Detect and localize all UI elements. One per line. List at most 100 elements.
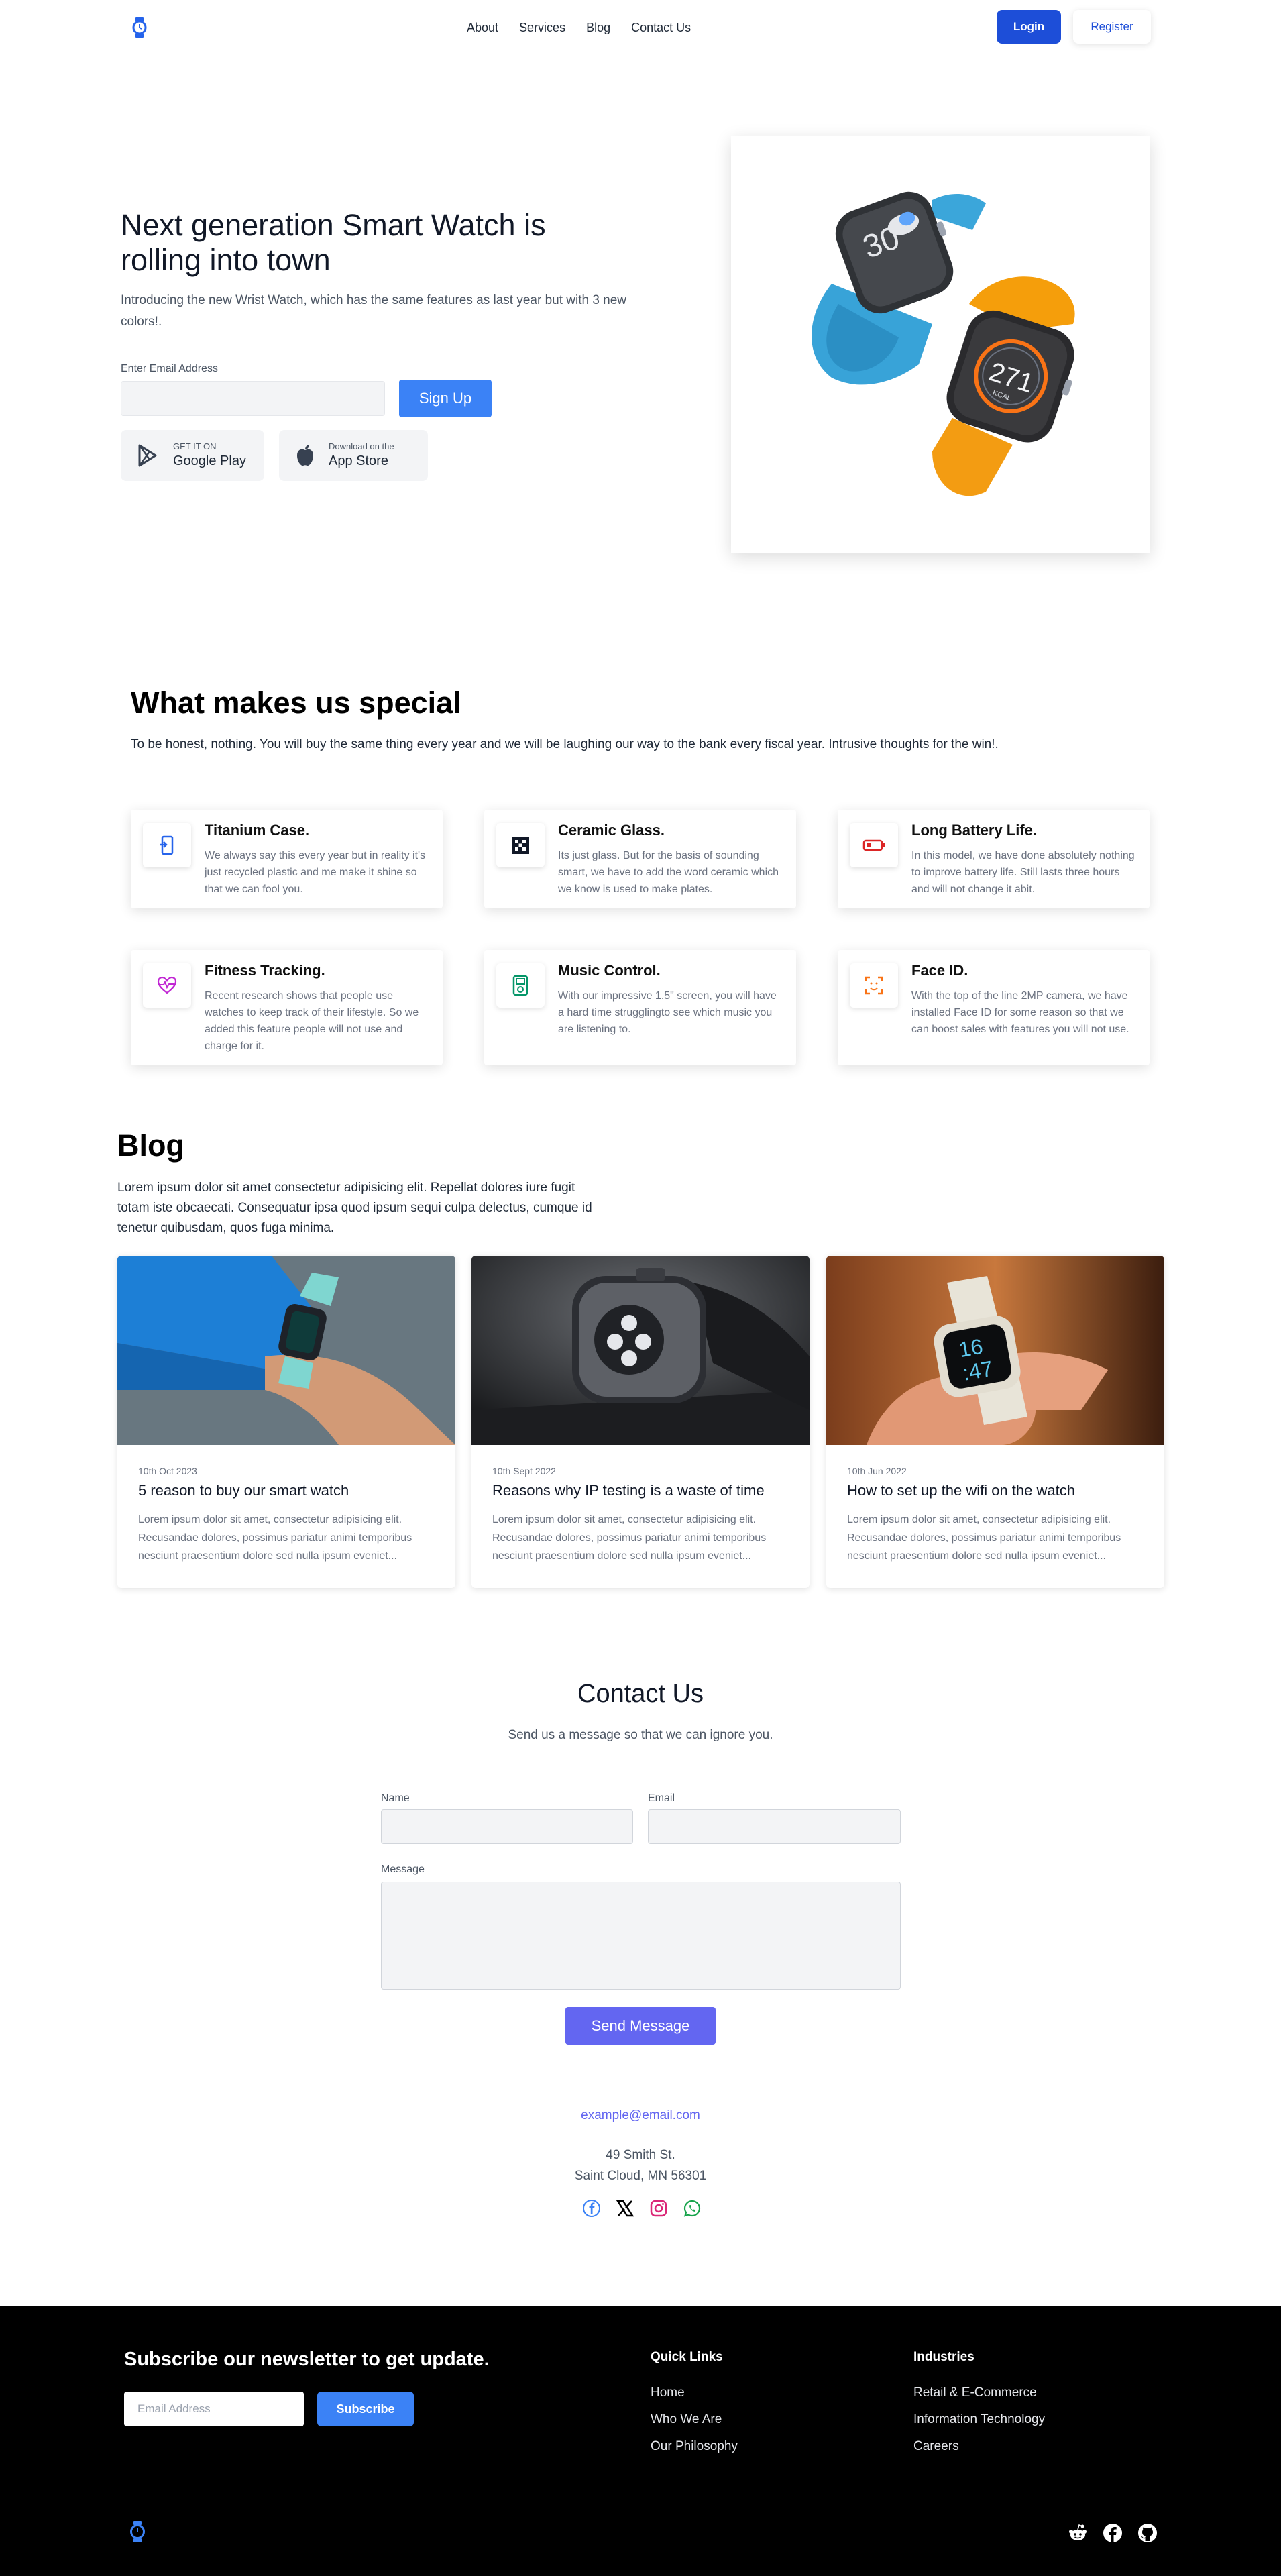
- feature-title: Titanium Case.: [205, 822, 310, 839]
- contact-title: Contact Us: [577, 1680, 704, 1708]
- newsletter-email-input[interactable]: Email Address: [124, 2392, 304, 2426]
- register-button[interactable]: Register: [1073, 10, 1151, 44]
- contact-social-links: [581, 2198, 703, 2219]
- reddit-icon[interactable]: [1066, 2522, 1089, 2544]
- apple-icon: [297, 445, 313, 466]
- face-id-icon: [865, 976, 883, 995]
- blog-subtitle: Lorem ipsum dolor sit amet consectetur a…: [117, 1181, 592, 1235]
- nav-links: About Services Blog Contact Us: [467, 20, 691, 35]
- special-title: What makes us special: [131, 686, 461, 720]
- phone-icon: [160, 835, 174, 855]
- smart-watches-image: 30 271 KCAL: [812, 191, 1075, 496]
- post-desc: Lorem ipsum dolor sit amet, consectetur …: [492, 1514, 767, 1562]
- hero-subtitle: Introducing the new Wrist Watch, which h…: [121, 293, 627, 329]
- subscribe-button[interactable]: Subscribe: [317, 2392, 414, 2426]
- post-desc: Lorem ipsum dolor sit amet, consectetur …: [138, 1514, 412, 1562]
- nav-link-services[interactable]: Services: [519, 20, 565, 35]
- message-label: Message: [381, 1864, 425, 1875]
- name-field[interactable]: [381, 1809, 633, 1844]
- music-player-icon: [512, 975, 528, 996]
- signup-button[interactable]: Sign Up: [399, 380, 492, 417]
- app-store-big: App Store: [329, 453, 388, 468]
- feature-title: Music Control.: [558, 962, 661, 979]
- email-field-label: Email: [648, 1792, 675, 1804]
- footer-social-links: [1066, 2522, 1159, 2544]
- feature-card-faceid: Face ID. With the top of the line 2MP ca…: [838, 950, 1150, 1065]
- svg-text::47: :47: [961, 1356, 995, 1385]
- post-date: 10th Oct 2023: [138, 1466, 197, 1477]
- hero-image-card: 30 271 KCAL: [731, 136, 1150, 553]
- contact-email-link[interactable]: example@email.com: [0, 2108, 1281, 2123]
- blog-post-card[interactable]: 10th Sept 2022 Reasons why IP testing is…: [471, 1256, 810, 1588]
- blog-post-image: 16 :47: [826, 1256, 1164, 1445]
- feature-title: Face ID.: [911, 962, 968, 979]
- feature-card-music: Music Control. With our impressive 1.5" …: [484, 950, 796, 1065]
- email-input[interactable]: [121, 381, 385, 416]
- google-play-text: GET IT ON Google Play: [173, 441, 246, 470]
- send-message-button[interactable]: Send Message: [565, 2007, 716, 2045]
- instagram-icon[interactable]: [648, 2198, 669, 2219]
- feature-desc: With the top of the line 2MP camera, we …: [911, 990, 1129, 1035]
- feature-desc: Recent research shows that people use wa…: [205, 990, 419, 1052]
- blog-post-card[interactable]: 10th Oct 2023 5 reason to buy our smart …: [117, 1256, 455, 1588]
- name-label: Name: [381, 1792, 410, 1804]
- post-date: 10th Sept 2022: [492, 1466, 556, 1477]
- footer-link-who-we-are[interactable]: Who We Are: [651, 2412, 738, 2427]
- post-date: 10th Jun 2022: [847, 1466, 907, 1477]
- post-desc: Lorem ipsum dolor sit amet, consectetur …: [847, 1514, 1121, 1562]
- feature-card-fitness: Fitness Tracking. Recent research shows …: [131, 950, 443, 1065]
- hero-title: Next generation Smart Watch is rolling i…: [121, 208, 546, 277]
- post-title[interactable]: How to set up the wifi on the watch: [847, 1482, 1075, 1499]
- email-label: Enter Email Address: [121, 363, 218, 374]
- industries-list: Retail & E-Commerce Information Technolo…: [913, 2385, 1045, 2454]
- google-play-big: Google Play: [173, 453, 246, 468]
- watch-icon[interactable]: [129, 2520, 146, 2543]
- quick-links-list: Home Who We Are Our Philosophy: [651, 2385, 738, 2454]
- contact-address: 49 Smith St. Saint Cloud, MN 56301: [0, 2145, 1281, 2186]
- address-line-2: Saint Cloud, MN 56301: [574, 2169, 707, 2183]
- footer-link-it[interactable]: Information Technology: [913, 2412, 1045, 2427]
- watch-icon[interactable]: [131, 17, 148, 38]
- feature-title: Fitness Tracking.: [205, 962, 325, 979]
- whatsapp-icon[interactable]: [681, 2198, 703, 2219]
- nav-link-contact[interactable]: Contact Us: [631, 20, 691, 35]
- google-play-icon: [138, 444, 157, 467]
- footer-link-philosophy[interactable]: Our Philosophy: [651, 2438, 738, 2454]
- feature-card-ceramic: Ceramic Glass. Its just glass. But for t…: [484, 810, 796, 908]
- google-play-small: GET IT ON: [173, 441, 217, 451]
- navbar: About Services Blog Contact Us Login Reg…: [0, 0, 1281, 55]
- facebook-icon[interactable]: [581, 2198, 602, 2219]
- post-title[interactable]: Reasons why IP testing is a waste of tim…: [492, 1482, 765, 1499]
- email-field[interactable]: [648, 1809, 901, 1844]
- app-store-button[interactable]: Download on the App Store: [279, 430, 428, 481]
- feature-card-battery: Long Battery Life. In this model, we hav…: [838, 810, 1150, 908]
- google-play-button[interactable]: GET IT ON Google Play: [121, 430, 264, 481]
- x-icon[interactable]: [614, 2198, 636, 2219]
- message-textarea[interactable]: [381, 1882, 901, 1990]
- app-store-text: Download on the App Store: [329, 441, 394, 470]
- footer-link-home[interactable]: Home: [651, 2385, 738, 2400]
- blog-title: Blog: [117, 1128, 184, 1163]
- address-line-1: 49 Smith St.: [606, 2148, 675, 2162]
- post-title[interactable]: 5 reason to buy our smart watch: [138, 1482, 349, 1499]
- nav-link-about[interactable]: About: [467, 20, 498, 35]
- feature-card-titanium: Titanium Case. We always say this every …: [131, 810, 443, 908]
- blog-post-card[interactable]: 16 :47 10th Jun 2022 How to set up the w…: [826, 1256, 1164, 1588]
- footer-link-retail[interactable]: Retail & E-Commerce: [913, 2385, 1045, 2400]
- facebook-icon[interactable]: [1101, 2522, 1124, 2544]
- footer: Subscribe our newsletter to get update. …: [0, 2306, 1281, 2576]
- feature-desc: In this model, we have done absolutely n…: [911, 850, 1135, 895]
- feature-desc: We always say this every year but in rea…: [205, 850, 426, 895]
- feature-title: Ceramic Glass.: [558, 822, 665, 839]
- footer-link-careers[interactable]: Careers: [913, 2438, 1045, 2454]
- nav-link-blog[interactable]: Blog: [586, 20, 610, 35]
- contact-subtitle: Send us a message so that we can ignore …: [508, 1728, 773, 1742]
- blog-post-image: [117, 1256, 455, 1445]
- feature-desc: With our impressive 1.5" screen, you wil…: [558, 990, 777, 1035]
- app-store-small: Download on the: [329, 441, 394, 451]
- newsletter-title: Subscribe our newsletter to get update.: [124, 2349, 490, 2370]
- industries-title: Industries: [913, 2350, 974, 2364]
- github-icon[interactable]: [1136, 2522, 1159, 2544]
- login-button[interactable]: Login: [997, 10, 1061, 44]
- heart-pulse-icon: [157, 976, 177, 994]
